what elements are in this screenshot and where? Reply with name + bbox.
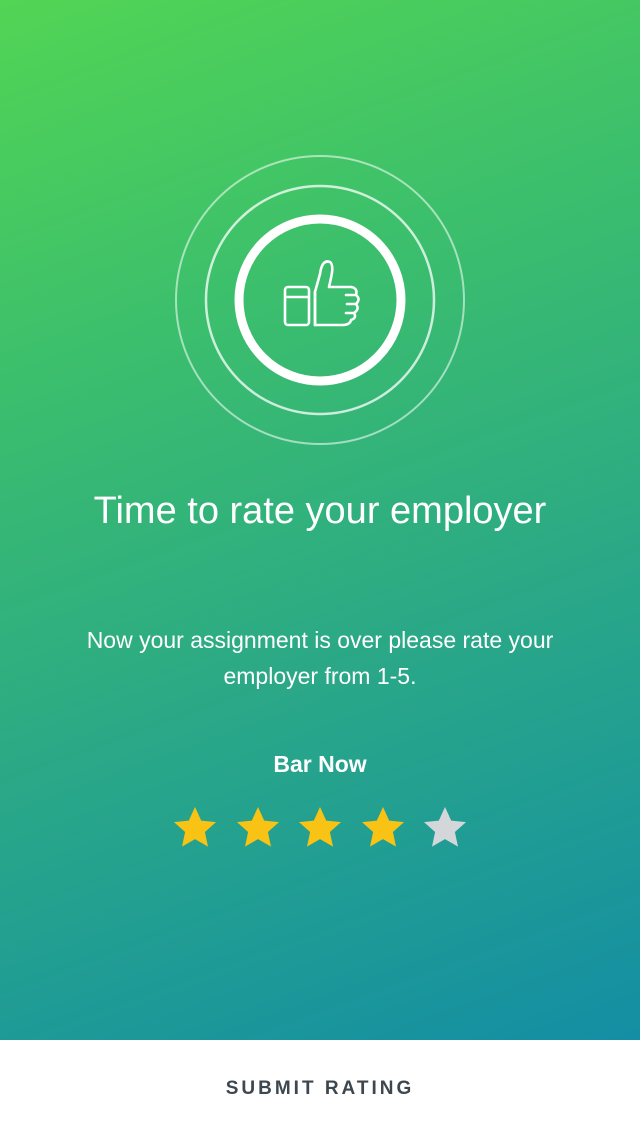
footer-bar: SUBMIT RATING [0, 1040, 640, 1138]
thumbs-up-icon [270, 250, 370, 350]
page-title: Time to rate your employer [93, 490, 547, 532]
star-rating [170, 803, 470, 853]
star-filled-icon[interactable] [358, 803, 408, 853]
star-filled-icon[interactable] [233, 803, 283, 853]
employer-name: Bar Now [273, 751, 367, 777]
rating-hero-panel: Time to rate your employer Now your assi… [0, 0, 640, 1040]
rate-employer-screen: Time to rate your employer Now your assi… [0, 0, 640, 1138]
star-empty-icon[interactable] [420, 803, 470, 853]
star-filled-icon[interactable] [295, 803, 345, 853]
star-filled-icon[interactable] [170, 803, 220, 853]
submit-rating-button[interactable]: SUBMIT RATING [0, 1040, 640, 1138]
rating-instructions: Now your assignment is over please rate … [86, 627, 554, 689]
